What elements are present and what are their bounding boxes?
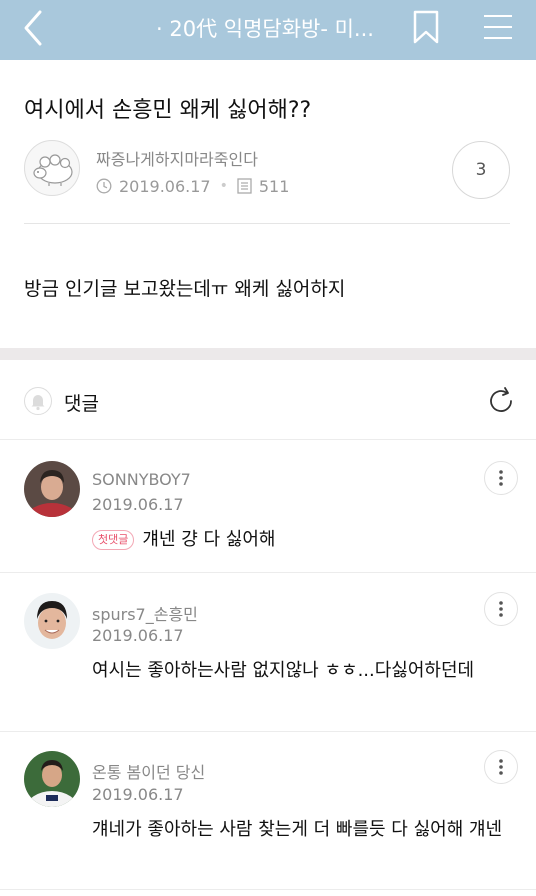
hamburger-menu-icon: [484, 15, 512, 39]
commenter-avatar[interactable]: [24, 461, 80, 517]
comment-text: 걔네가 좋아하는 사람 찾는게 더 빠를듯 다 싫어해 걔넨: [92, 819, 503, 840]
board-title[interactable]: · 20代 익명담화방- 미...: [156, 14, 388, 44]
bell-icon: [31, 395, 45, 411]
author-avatar[interactable]: [24, 140, 80, 196]
post-body: 방금 인기글 보고왔는데ㅠ 왜케 싫어하지: [24, 278, 346, 300]
document-icon: [237, 178, 252, 194]
comment-more-button[interactable]: [484, 461, 518, 495]
person-photo-icon: [24, 593, 80, 649]
back-arrow-icon: [24, 10, 42, 46]
menu-button[interactable]: [482, 12, 514, 42]
bookmark-button[interactable]: [412, 10, 440, 44]
more-vertical-icon: [499, 601, 503, 617]
comment-text: 걔넨 걍 다 싫어해: [142, 529, 276, 550]
post-title: 여시에서 손흥민 왜케 싫어해??: [24, 98, 312, 123]
section-separator: [0, 348, 536, 360]
comment-text: 여시는 좋아하는사람 없지않나 ㅎㅎ...다싫어하던데: [92, 660, 475, 681]
commenter-name[interactable]: SONNYBOY7: [92, 470, 191, 489]
comment-date: 2019.06.17: [92, 495, 184, 514]
comment-date: 2019.06.17: [92, 785, 184, 804]
post-meta: 2019.06.17 • 511: [96, 175, 289, 197]
divider: [24, 223, 510, 224]
notification-bell-button[interactable]: [24, 387, 52, 415]
comments-label: 댓글: [64, 393, 99, 415]
refresh-button[interactable]: [486, 386, 516, 416]
top-bar: · 20代 익명담화방- 미...: [0, 0, 536, 60]
bookmark-icon: [413, 10, 439, 44]
comment-item: 온통 봄이던 당신 2019.06.17 걔네가 좋아하는 사람 찾는게 더 빠…: [0, 732, 536, 890]
comment-date: 2019.06.17: [92, 626, 184, 645]
person-photo-icon: [24, 461, 80, 517]
commenter-avatar[interactable]: [24, 751, 80, 807]
view-count: 511: [258, 176, 290, 196]
first-comment-badge: 첫댓글: [92, 530, 135, 550]
back-button[interactable]: [18, 8, 50, 48]
person-photo-icon: [24, 751, 80, 807]
sheep-avatar-icon: [33, 154, 73, 186]
refresh-icon: [490, 387, 512, 412]
commenter-avatar[interactable]: [24, 593, 80, 649]
author-name[interactable]: 짜증나게하지마라죽인다: [96, 146, 258, 170]
more-vertical-icon: [499, 470, 503, 486]
comment-item: spurs7_손흥민 2019.06.17 여시는 좋아하는사람 없지않나 ㅎㅎ…: [0, 573, 536, 732]
commenter-name[interactable]: 온통 봄이던 당신: [92, 759, 205, 783]
comment-item: SONNYBOY7 2019.06.17 첫댓글 걔넨 걍 다 싫어해: [0, 441, 536, 573]
comment-count-button[interactable]: 3: [452, 141, 510, 199]
post-date: 2019.06.17: [119, 176, 211, 196]
comments-header: 댓글: [0, 360, 536, 440]
commenter-name[interactable]: spurs7_손흥민: [92, 601, 198, 625]
comment-more-button[interactable]: [484, 750, 518, 784]
clock-icon: [96, 178, 112, 194]
more-vertical-icon: [499, 759, 503, 775]
comment-text-row: 첫댓글 걔넨 걍 다 싫어해: [92, 526, 512, 553]
meta-separator: •: [219, 178, 228, 194]
comment-more-button[interactable]: [484, 592, 518, 626]
